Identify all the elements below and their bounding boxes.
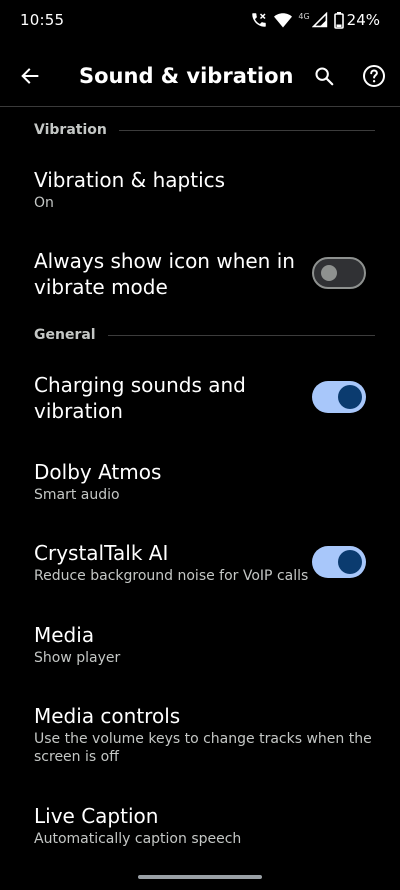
battery-percent: 24% [346, 11, 380, 29]
gesture-navigation-bar[interactable] [138, 875, 262, 879]
wifi-icon [274, 12, 293, 28]
section-divider [107, 334, 375, 336]
setting-summary: On [34, 195, 54, 211]
setting-summary: Smart audio [34, 487, 120, 503]
section-header-vibration: Vibration [34, 120, 375, 140]
toggle-thumb [321, 265, 337, 281]
setting-title: Charging sounds and vibration [34, 373, 246, 423]
setting-summary: Automatically caption speech [34, 831, 242, 847]
setting-title: Dolby Atmos [34, 460, 162, 484]
setting-summary: Show player [34, 650, 121, 666]
setting-vibrate-icon[interactable]: Always show icon when in vibrate mode [0, 240, 400, 310]
setting-charging-sounds[interactable]: Charging sounds and vibration [0, 364, 400, 434]
toggle-thumb [338, 550, 362, 574]
setting-crystaltalk-ai[interactable]: CrystalTalk AI Reduce background noise f… [0, 531, 400, 603]
setting-vibration-haptics[interactable]: Vibration & haptics On [0, 158, 400, 230]
crystaltalk-toggle[interactable] [312, 546, 366, 578]
setting-dolby-atmos[interactable]: Dolby Atmos Smart audio [0, 450, 400, 522]
help-icon [362, 64, 386, 92]
setting-title: Media controls [34, 704, 181, 728]
setting-title: Live Caption [34, 804, 159, 828]
setting-media[interactable]: Media Show player [0, 613, 400, 685]
network-type-label: 4G [298, 11, 310, 21]
cell-signal-icon [311, 12, 328, 28]
battery-icon [333, 11, 344, 29]
setting-title: Always show icon when in vibrate mode [34, 249, 295, 299]
setting-summary: Use the volume keys to change tracks whe… [34, 731, 372, 765]
search-icon [313, 65, 335, 91]
wifi-calling-icon [250, 11, 268, 29]
vibrate-icon-toggle[interactable] [312, 257, 366, 289]
setting-live-caption[interactable]: Live Caption Automatically caption speec… [0, 794, 400, 866]
toggle-thumb [338, 385, 362, 409]
help-button[interactable] [356, 60, 392, 96]
status-icons: 4G 24% [250, 10, 380, 30]
app-bar: Sound & vibration [0, 50, 400, 106]
setting-title: Vibration & haptics [34, 168, 226, 192]
page-title: Sound & vibration [79, 64, 294, 88]
setting-title: Media [34, 623, 95, 647]
charging-sounds-toggle[interactable] [312, 381, 366, 413]
status-time: 10:55 [20, 11, 65, 29]
section-divider [118, 129, 375, 131]
setting-media-controls[interactable]: Media controls Use the volume keys to ch… [0, 694, 400, 784]
section-header-general: General [34, 325, 375, 345]
section-title-vibration: Vibration [34, 122, 107, 138]
arrow-back-icon [19, 65, 41, 91]
search-button[interactable] [306, 60, 342, 96]
setting-title: CrystalTalk AI [34, 541, 169, 565]
section-title-general: General [34, 327, 96, 343]
app-bar-divider [0, 106, 400, 107]
back-button[interactable] [12, 60, 48, 96]
status-bar: 10:55 4G 24% [0, 0, 400, 40]
